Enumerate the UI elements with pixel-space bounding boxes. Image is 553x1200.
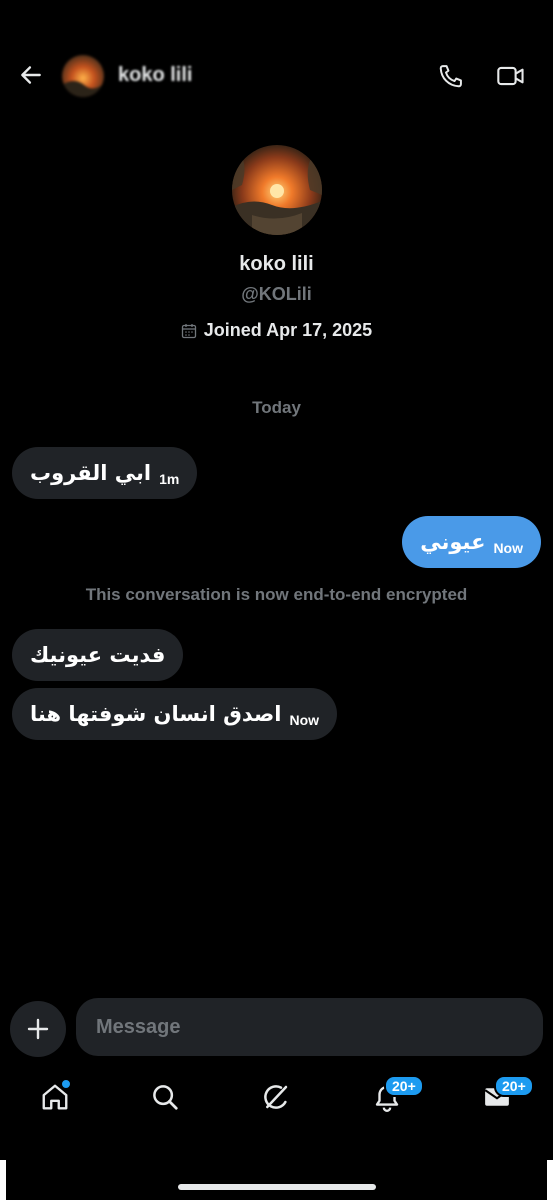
notifications-badge: 20+ <box>384 1075 424 1097</box>
message-time: Now <box>493 540 523 556</box>
tab-messages[interactable]: 20+ <box>482 1075 534 1114</box>
header-avatar[interactable] <box>62 55 104 97</box>
phone-icon[interactable] <box>437 62 465 90</box>
tab-grok[interactable] <box>261 1082 293 1114</box>
back-arrow-icon[interactable] <box>18 62 44 88</box>
message-time: Now <box>289 712 320 728</box>
tab-home[interactable] <box>40 1078 72 1114</box>
search-icon <box>153 1085 178 1110</box>
add-attachment-button[interactable] <box>10 1001 66 1057</box>
message-time: 1m <box>159 471 180 487</box>
message-text: ابي القروب <box>30 461 152 485</box>
profile-handle[interactable]: @KOLili <box>0 284 553 305</box>
screen-corner-right <box>547 1160 553 1200</box>
calendar-icon <box>181 323 196 338</box>
day-separator: Today <box>252 398 301 417</box>
message-text: فديت عيونيك <box>30 643 166 667</box>
encryption-notice: This conversation is now end-to-end encr… <box>85 585 468 604</box>
message-text: اصدق انسان شوفتها هنا <box>30 702 282 726</box>
tab-notifications[interactable]: 20+ <box>372 1075 424 1114</box>
message-text: عيوني <box>420 530 486 554</box>
video-camera-icon[interactable] <box>496 62 526 90</box>
message-bubble-incoming[interactable]: فديت عيونيك <box>12 629 184 681</box>
profile-avatar[interactable] <box>231 145 322 235</box>
profile-name: koko lili <box>239 253 314 275</box>
header-name[interactable]: koko lili <box>118 64 192 87</box>
joined-date: Joined Apr 17, 2025 <box>203 320 373 340</box>
message-bubble-incoming[interactable]: ابي القروب 1m <box>12 447 198 499</box>
home-unread-dot <box>60 1078 72 1090</box>
tab-search[interactable] <box>150 1082 182 1114</box>
grok-icon <box>264 1085 288 1109</box>
message-bubble-incoming[interactable]: اصدق انسان شوفتها هنا Now <box>12 688 338 740</box>
plus-icon <box>27 1018 49 1040</box>
conversation-header: koko lili <box>0 48 553 108</box>
messages-badge: 20+ <box>494 1075 534 1097</box>
bottom-tab-bar: 20+ 20+ <box>0 1072 553 1132</box>
profile-summary: koko lili @KOLili Joined Apr 17, 2025 <box>0 145 553 341</box>
message-bubble-outgoing[interactable]: عيوني Now <box>402 516 541 568</box>
message-input[interactable] <box>76 998 543 1056</box>
message-composer <box>10 998 543 1057</box>
joined-row: Joined Apr 17, 2025 <box>0 320 553 341</box>
home-indicator[interactable] <box>178 1184 376 1190</box>
screen-corner-left <box>0 1160 6 1200</box>
